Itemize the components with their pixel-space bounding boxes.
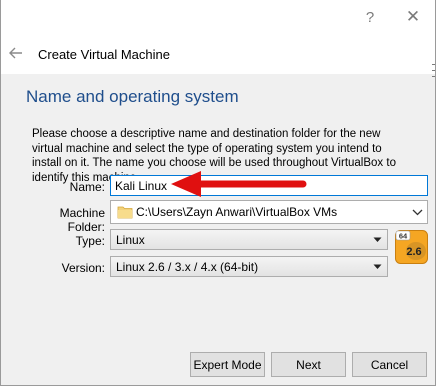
machine-folder-label: Machine Folder:: [59, 206, 105, 234]
machine-folder-value: C:\Users\Zayn Anwari\VirtualBox VMs: [136, 205, 338, 219]
type-value: Linux: [116, 233, 145, 247]
type-label: Type:: [75, 234, 105, 248]
name-label: Name:: [69, 180, 105, 194]
help-button[interactable]: ?: [356, 6, 384, 28]
footer-separator: [1, 340, 435, 341]
folder-icon: [117, 206, 133, 219]
create-vm-dialog: ? ✕ Create Virtual Machine Name and oper…: [0, 0, 436, 386]
chevron-down-icon[interactable]: [411, 206, 423, 218]
section-title: Name and operating system: [26, 87, 239, 106]
os-version-label: 2.6: [406, 246, 421, 258]
close-icon: ✕: [405, 7, 421, 26]
next-button[interactable]: Next: [271, 352, 346, 377]
version-select[interactable]: Linux 2.6 / 3.x / 4.x (64-bit): [110, 256, 388, 277]
close-button[interactable]: ✕: [399, 6, 427, 28]
type-select[interactable]: Linux: [110, 229, 388, 250]
title-bar: ? ✕: [1, 0, 435, 34]
machine-folder-combo[interactable]: C:\Users\Zayn Anwari\VirtualBox VMs: [110, 200, 428, 224]
version-label: Version:: [61, 261, 105, 275]
wizard-header: Create Virtual Machine: [1, 34, 435, 74]
cancel-button[interactable]: Cancel: [352, 352, 427, 377]
dropdown-arrow-icon: [373, 237, 382, 242]
os-bits-label: 64: [399, 232, 408, 241]
version-value: Linux 2.6 / 3.x / 4.x (64-bit): [116, 260, 259, 274]
linux-os-icon: 64 2.6: [395, 230, 428, 264]
annotation-arrow: [171, 171, 307, 197]
help-icon: ?: [365, 8, 375, 26]
expert-mode-button[interactable]: Expert Mode: [190, 352, 265, 377]
wizard-title: Create Virtual Machine: [38, 47, 170, 62]
back-arrow-icon[interactable]: [7, 44, 25, 62]
dropdown-arrow-icon: [373, 264, 382, 269]
scroll-indicator: [432, 50, 435, 110]
